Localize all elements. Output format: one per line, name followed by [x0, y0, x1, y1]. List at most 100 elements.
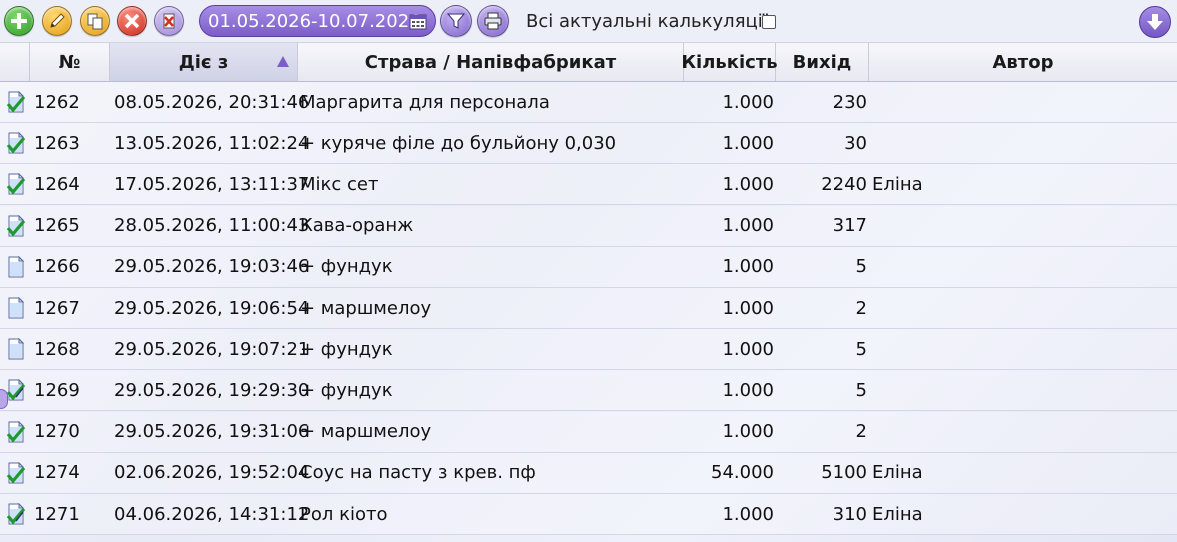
row-status-cell	[4, 370, 28, 410]
row-dish: Соус на пасту з крев. пф	[300, 462, 536, 484]
column-header-out[interactable]: Вихід	[776, 43, 869, 81]
row-status-cell	[4, 329, 28, 369]
row-qty: 1.000	[722, 173, 774, 195]
column-header-qty-label: Кількість	[681, 51, 778, 73]
row-dish: Маргарита для персонала	[300, 91, 550, 113]
table-row[interactable]: 1263 13.05.2026, 11:02:24 + куряче філе до…	[0, 123, 1177, 165]
plus-icon	[11, 13, 27, 29]
row-dish: + маршмелоу	[300, 421, 432, 443]
column-header-date[interactable]: Діє з	[110, 43, 298, 81]
row-date: 02.06.2026, 19:52:04	[114, 462, 310, 484]
table-row[interactable]: 1265 28.05.2026, 11:00:43 Кава-оранж 1.000 3…	[0, 205, 1177, 247]
date-range-picker[interactable]: 01.05.2026-10.07.2026	[199, 5, 436, 37]
table-row[interactable]: 1267 29.05.2026, 19:06:54 + маршмелоу 1.000…	[0, 288, 1177, 329]
column-header-author[interactable]: Автор	[869, 43, 1177, 81]
row-out: 5	[855, 256, 867, 278]
row-qty: 1.000	[722, 256, 774, 278]
row-out: 5100	[821, 462, 867, 484]
column-header-dish-label: Страва / Напівфабрикат	[364, 51, 617, 73]
row-qty: 1.000	[722, 297, 774, 319]
column-header-num-label: №	[58, 51, 81, 73]
row-status-cell	[4, 494, 28, 534]
row-num: 1271	[34, 503, 80, 525]
table-row[interactable]: 1274 02.06.2026, 19:52:04 Соус на пасту з …	[0, 452, 1177, 494]
row-author: Еліна	[872, 173, 923, 195]
row-date: 17.05.2026, 13:11:37	[114, 173, 310, 195]
delete-document-button[interactable]	[154, 6, 184, 36]
add-button[interactable]	[4, 6, 34, 36]
row-author	[872, 329, 1172, 369]
table-row[interactable]: 1262 08.05.2026, 20:31:46 Маргарита для пе…	[0, 82, 1177, 123]
row-qty: 1.000	[722, 421, 774, 443]
table-row[interactable]: 1268 29.05.2026, 19:07:21 + фундук 1.000 5	[0, 329, 1177, 371]
plain-doc-icon	[8, 338, 25, 360]
column-header-dish[interactable]: Страва / Напівфабрикат	[298, 43, 684, 81]
row-status-cell	[4, 164, 28, 204]
edit-doc-icon	[6, 379, 26, 401]
row-out: 2	[855, 421, 867, 443]
column-header-qty[interactable]: Кількість	[681, 43, 778, 81]
row-author	[872, 206, 1172, 246]
edit-button[interactable]	[42, 6, 72, 36]
row-out: 5	[855, 379, 867, 401]
table-row[interactable]: 1270 29.05.2026, 19:31:06 + маршмелоу 1.000…	[0, 411, 1177, 453]
checked-doc-icon	[6, 420, 26, 443]
row-out: 2240	[821, 173, 867, 195]
calendar-icon[interactable]	[409, 12, 427, 30]
row-qty: 1.000	[722, 338, 774, 360]
row-date: 28.05.2026, 11:00:43	[114, 215, 310, 237]
row-dish: + фундук	[300, 338, 393, 360]
toolbar: 01.05.2026-10.07.2026 Всі актуальні каль…	[0, 0, 1177, 43]
copy-button[interactable]	[80, 6, 110, 36]
row-out: 2	[855, 297, 867, 319]
row-date: 29.05.2026, 19:06:54	[114, 297, 310, 319]
table-row[interactable]: 1266 29.05.2026, 19:03:46 + фундук 1.000 5	[0, 246, 1177, 288]
row-num: 1268	[34, 338, 80, 360]
column-header-out-label: Вихід	[792, 51, 852, 73]
row-num: 1263	[34, 132, 80, 154]
row-author	[872, 412, 1172, 452]
row-status-cell	[4, 206, 28, 246]
row-num: 1262	[34, 91, 80, 113]
row-status-cell	[4, 412, 28, 452]
print-button[interactable]	[477, 5, 509, 37]
row-author	[872, 370, 1172, 410]
delete-button[interactable]	[117, 6, 147, 36]
download-button[interactable]	[1139, 6, 1171, 38]
row-date: 29.05.2026, 19:31:06	[114, 421, 310, 443]
row-num: 1267	[34, 297, 80, 319]
checked-doc-icon	[6, 91, 26, 113]
row-date: 29.05.2026, 19:07:21	[114, 338, 310, 360]
all-actual-checkbox[interactable]	[762, 15, 776, 29]
table-row[interactable]: 1264 17.05.2026, 13:11:37 Мікс сет 1.000 224…	[0, 164, 1177, 206]
column-header-status[interactable]	[0, 43, 30, 81]
row-date: 04.06.2026, 14:31:12	[114, 503, 310, 525]
row-num: 1270	[34, 421, 80, 443]
table-row[interactable]: 1271 04.06.2026, 14:31:12 Рол кіото 1.000 31…	[0, 494, 1177, 535]
row-dish: Рол кіото	[300, 503, 388, 525]
row-dish: + маршмелоу	[300, 297, 432, 319]
row-dish: Мікс сет	[300, 173, 379, 195]
row-num: 1264	[34, 173, 80, 195]
column-header-date-label: Діє з	[178, 51, 229, 73]
row-author	[872, 288, 1172, 328]
row-status-cell	[4, 453, 28, 493]
row-qty: 1.000	[722, 215, 774, 237]
printer-icon	[484, 12, 502, 30]
row-qty: 1.000	[722, 91, 774, 113]
pencil-icon	[50, 13, 65, 28]
row-status-cell	[4, 288, 28, 328]
plain-doc-icon	[8, 297, 25, 319]
filter-button[interactable]	[440, 5, 472, 37]
row-status-cell	[4, 123, 28, 163]
row-qty: 54.000	[711, 462, 774, 484]
row-qty: 1.000	[722, 379, 774, 401]
row-author	[872, 123, 1172, 163]
table-row[interactable]: 1269 29.05.2026, 19:29:30 + фундук 1.000 5	[0, 370, 1177, 412]
row-status-cell	[4, 247, 28, 287]
checked-doc-icon	[6, 132, 26, 154]
checked-doc-icon	[6, 461, 26, 484]
row-num: 1274	[34, 462, 80, 484]
column-header-num[interactable]: №	[30, 43, 110, 81]
row-date: 08.05.2026, 20:31:46	[114, 91, 310, 113]
